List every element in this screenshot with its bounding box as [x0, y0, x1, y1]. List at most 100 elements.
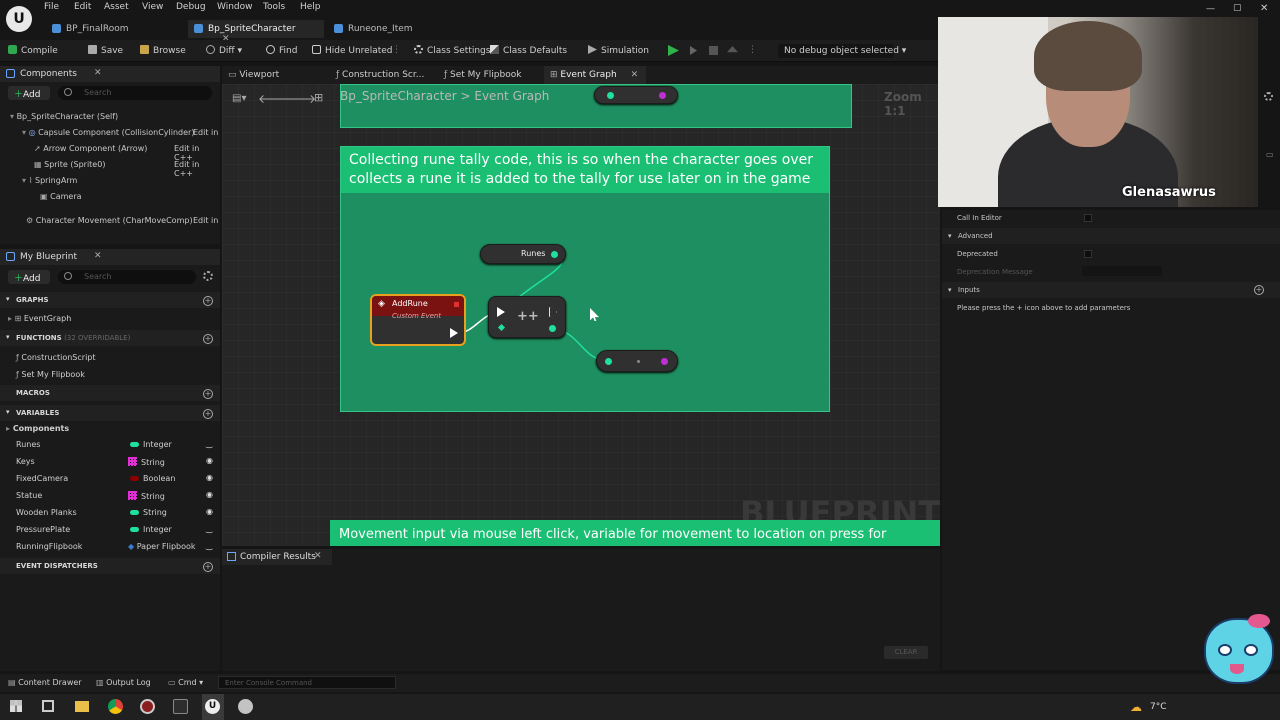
- minimize-icon[interactable]: —: [1206, 4, 1215, 14]
- close-icon[interactable]: ✕: [94, 251, 102, 261]
- event-graph-canvas[interactable]: ▤▾ 🡐 🡒 ⊞ Bp_SpriteCharacter > Event Grap…: [222, 84, 940, 546]
- tab-event-graph[interactable]: ⊞ Event Graph ✕: [544, 66, 647, 84]
- close-icon[interactable]: ✕: [314, 551, 322, 561]
- simulation-button[interactable]: Simulation: [588, 45, 649, 56]
- file-explorer-icon[interactable]: [75, 701, 89, 712]
- panel-handle-icon[interactable]: ▭: [1266, 150, 1274, 159]
- eject-icon[interactable]: [727, 46, 738, 53]
- class-settings-button[interactable]: Class Settings: [414, 45, 490, 56]
- variable-node-runes[interactable]: Runes: [480, 244, 566, 264]
- compile-button[interactable]: Compile: [8, 45, 58, 56]
- obs-icon[interactable]: [140, 699, 155, 714]
- variable-type[interactable]: Integer: [130, 440, 172, 449]
- add-variable-icon[interactable]: +: [203, 409, 213, 419]
- tab-compiler-results[interactable]: Compiler Results ✕: [222, 549, 332, 565]
- graph-item-eventgraph[interactable]: ▸ ⊞ EventGraph: [8, 314, 71, 323]
- find-button[interactable]: Find: [266, 45, 297, 56]
- variable-runningflipbook[interactable]: RunningFlipbook: [16, 542, 82, 551]
- tab-construction-script[interactable]: ƒ Construction Scr...: [336, 70, 424, 80]
- inputs-section[interactable]: ▾ Inputs +: [942, 282, 1280, 298]
- visibility-closed-icon[interactable]: ‿: [206, 439, 212, 448]
- app-icon[interactable]: [173, 699, 188, 714]
- edit-in-cpp-link[interactable]: Edit in C++: [174, 160, 220, 178]
- close-icon[interactable]: ✕: [94, 68, 102, 78]
- edit-in-cpp-link[interactable]: Edit in: [193, 216, 218, 225]
- content-drawer-button[interactable]: ▤ Content Drawer: [8, 678, 82, 687]
- variable-runes[interactable]: Runes: [16, 440, 40, 449]
- add-component-button[interactable]: ＋Add: [8, 86, 50, 100]
- maximize-icon[interactable]: ▢: [1233, 3, 1242, 13]
- visibility-eye-icon[interactable]: ◉: [206, 507, 213, 516]
- comment-title[interactable]: Movement input via mouse left click, var…: [331, 521, 940, 546]
- class-defaults-button[interactable]: Class Defaults: [490, 45, 567, 56]
- edit-in-cpp-link[interactable]: Edit in: [193, 128, 218, 137]
- hide-unrelated-button[interactable]: Hide Unrelated: [312, 45, 393, 56]
- more-options-icon[interactable]: ⋮: [392, 45, 401, 55]
- tab-components[interactable]: Components ✕: [0, 66, 220, 82]
- variable-type[interactable]: Integer: [130, 525, 172, 534]
- gear-icon[interactable]: [203, 271, 213, 281]
- play-options-icon[interactable]: ⋮: [748, 45, 757, 55]
- visibility-eye-icon[interactable]: ◉: [206, 490, 213, 499]
- tree-item-arrow[interactable]: ➚ Arrow Component (Arrow): [34, 144, 147, 153]
- menu-window[interactable]: Window: [217, 2, 253, 12]
- visibility-eye-icon[interactable]: ◉: [206, 473, 213, 482]
- clear-button[interactable]: CLEAR: [884, 646, 928, 659]
- variable-pressureplate[interactable]: PressurePlate: [16, 525, 70, 534]
- visibility-closed-icon[interactable]: ‿: [206, 541, 212, 550]
- function-item-constructionscript[interactable]: ƒ ConstructionScript: [16, 353, 96, 362]
- blueprint-search-input[interactable]: Search: [58, 270, 196, 284]
- browse-button[interactable]: Browse: [140, 45, 186, 56]
- variable-keys[interactable]: Keys: [16, 457, 35, 466]
- debug-object-dropdown[interactable]: No debug object selected ▾: [778, 44, 906, 58]
- play-icon[interactable]: [668, 45, 679, 56]
- visibility-closed-icon[interactable]: ‿: [206, 524, 212, 533]
- add-graph-icon[interactable]: +: [203, 296, 213, 306]
- graphs-section[interactable]: ▾ GRAPHS: [0, 292, 220, 308]
- doc-tab-bp-spritecharacter[interactable]: Bp_SpriteCharacter ✕: [188, 20, 324, 44]
- tree-item-charmove[interactable]: ⚙ Character Movement (CharMoveComp): [26, 216, 193, 225]
- visibility-eye-icon[interactable]: ◉: [206, 456, 213, 465]
- variable-woodenplanks[interactable]: Wooden Planks: [16, 508, 77, 517]
- advanced-section[interactable]: ▾ Advanced: [942, 228, 1280, 244]
- tree-item-sprite[interactable]: ▦ Sprite (Sprite0): [34, 160, 105, 169]
- doc-tab-bp-finalroom[interactable]: BP_FinalRoom: [46, 20, 186, 38]
- variable-type[interactable]: String: [128, 491, 165, 501]
- menu-debug[interactable]: Debug: [176, 2, 206, 12]
- tab-set-my-flipbook[interactable]: ƒ Set My Flipbook: [444, 70, 521, 80]
- tree-item-springarm[interactable]: ▾ ⌇ SpringArm: [22, 176, 77, 185]
- menu-help[interactable]: Help: [300, 2, 321, 12]
- event-node-addrune[interactable]: AddRune ◈ Custom Event: [370, 294, 466, 346]
- deprecation-message-input[interactable]: [1082, 266, 1162, 276]
- menu-edit[interactable]: Edit: [74, 2, 91, 12]
- add-macro-icon[interactable]: +: [203, 389, 213, 399]
- doc-tab-runeone-item[interactable]: Runeone_Item: [328, 20, 448, 38]
- unreal-logo-icon[interactable]: U: [6, 6, 32, 32]
- tab-viewport[interactable]: ▭ Viewport: [228, 70, 279, 80]
- comment-box-movement[interactable]: Movement input via mouse left click, var…: [330, 520, 940, 546]
- set-node[interactable]: [596, 350, 678, 372]
- menu-asset[interactable]: Asset: [104, 2, 129, 12]
- call-in-editor-checkbox[interactable]: [1084, 214, 1092, 222]
- tab-my-blueprint[interactable]: My Blueprint ✕: [0, 249, 220, 265]
- add-dispatcher-icon[interactable]: +: [203, 562, 213, 572]
- deprecated-checkbox[interactable]: [1084, 250, 1092, 258]
- functions-section[interactable]: ▾ FUNCTIONS (32 OVERRIDABLE): [0, 330, 220, 346]
- close-icon[interactable]: ✕: [631, 70, 639, 80]
- task-view-icon[interactable]: [42, 700, 54, 712]
- console-command-input[interactable]: Enter Console Command: [218, 676, 396, 689]
- menu-tools[interactable]: Tools: [263, 2, 285, 12]
- output-log-button[interactable]: ▥ Output Log: [96, 678, 151, 687]
- variable-type[interactable]: String: [128, 457, 165, 467]
- menu-view[interactable]: View: [142, 2, 163, 12]
- macros-section[interactable]: MACROS: [0, 385, 220, 401]
- tree-item-self[interactable]: ▾ Bp_SpriteCharacter (Self): [10, 112, 118, 121]
- variables-section[interactable]: ▾ VARIABLES: [0, 405, 220, 421]
- variable-type[interactable]: Boolean: [130, 474, 175, 483]
- add-input-icon[interactable]: +: [1254, 285, 1264, 295]
- close-window-icon[interactable]: ✕: [1260, 3, 1268, 14]
- tree-item-camera[interactable]: ▣ Camera: [40, 192, 82, 201]
- variable-category-components[interactable]: ▸ Components: [6, 424, 69, 433]
- start-icon[interactable]: [10, 700, 22, 712]
- menu-file[interactable]: File: [44, 2, 59, 12]
